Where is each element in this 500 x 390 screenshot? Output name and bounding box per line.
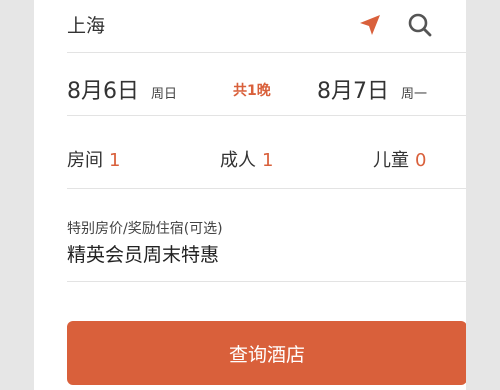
checkout-date[interactable]: 8月7日 周一: [317, 73, 427, 105]
destination-city[interactable]: 上海: [67, 11, 105, 38]
rooms-count: 1: [109, 150, 121, 171]
nights-count: 共1晚: [233, 83, 271, 99]
adults-selector[interactable]: 成人 1: [220, 146, 273, 172]
divider: [67, 281, 466, 282]
special-rate-selector[interactable]: 特别房价/奖励住宿(可选) 精英会员周末特惠: [67, 189, 466, 281]
checkout-weekday: 周一: [401, 87, 428, 102]
hotel-search-card: 上海 8月6日 周日 共1晚 8月7日 周一 房间 1 成人 1 儿童 0 特别…: [34, 0, 466, 390]
guests-row: 房间 1 成人 1 儿童 0: [67, 116, 466, 188]
dates-row: 8月6日 周日 共1晚 8月7日 周一: [67, 53, 466, 115]
children-count: 0: [415, 150, 427, 171]
rooms-label: 房间: [67, 150, 103, 171]
checkin-weekday: 周日: [151, 87, 178, 102]
search-icon[interactable]: [407, 12, 433, 38]
special-rate-value: 精英会员周末特惠: [67, 244, 220, 266]
special-rate-label: 特别房价/奖励住宿(可选): [67, 221, 223, 237]
checkin-date-value: 8月6日: [67, 79, 139, 104]
adults-count: 1: [262, 150, 274, 171]
children-selector[interactable]: 儿童 0: [373, 146, 426, 172]
search-hotels-button[interactable]: 查询酒店: [67, 321, 466, 385]
children-label: 儿童: [373, 150, 409, 171]
destination-row[interactable]: 上海: [67, 0, 466, 52]
location-arrow-icon[interactable]: [357, 12, 383, 38]
checkin-date[interactable]: 8月6日 周日: [67, 73, 177, 105]
checkout-date-value: 8月7日: [317, 79, 389, 104]
adults-label: 成人: [220, 150, 256, 171]
rooms-selector[interactable]: 房间 1: [67, 146, 120, 172]
